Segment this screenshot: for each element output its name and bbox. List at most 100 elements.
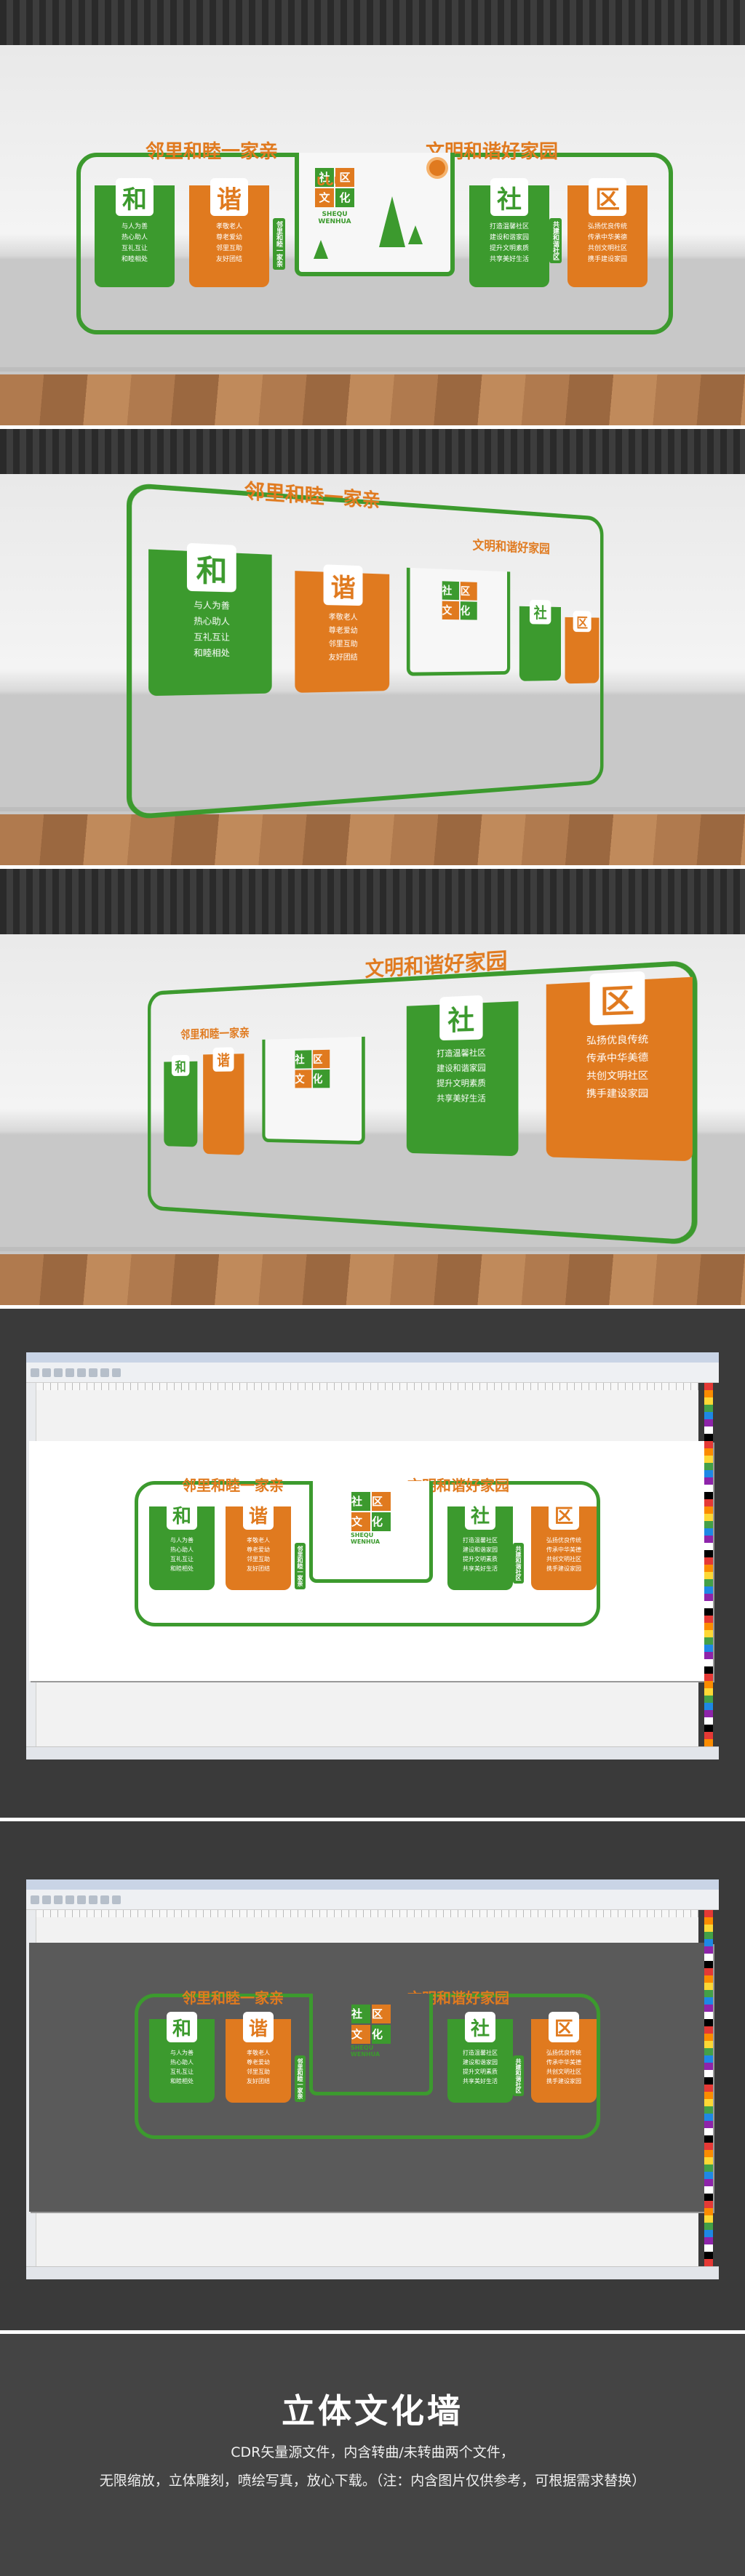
skirting <box>0 367 745 372</box>
house-char-qu: 区 <box>549 2012 579 2042</box>
house-qu: 区 弘扬优良传统 传承中华美德 共创文明社区 携手建设家园 <box>567 178 648 287</box>
center-char-4: 化 <box>313 1069 330 1088</box>
footer-title: 立体文化墙 <box>282 2391 463 2431</box>
design-canvas[interactable]: 邻里和睦一家亲 文明和谐好家园 和 与人为善 热心助人 互礼互让 和睦相处 谐 孝敬老… <box>29 1390 713 1746</box>
toolbar-icon[interactable] <box>42 1895 51 1904</box>
toolbar-icon[interactable] <box>54 1368 63 1377</box>
center-char-2: 区 <box>372 1492 391 1511</box>
house-xie: 谐 <box>203 1047 244 1155</box>
toolbar-icon[interactable] <box>112 1368 121 1377</box>
house-char-she: 社 <box>465 1499 495 1530</box>
center-pinyin-1: SHEQU <box>322 211 348 218</box>
center-house: 社区 文化 <box>262 1036 365 1145</box>
house-xie: 谐 孝敬老人 尊老爱幼 邻里互助 友好团结 <box>189 178 269 287</box>
toolbar-icon[interactable] <box>31 1368 39 1377</box>
house-qu: 区 <box>565 610 599 684</box>
ceiling <box>0 0 745 45</box>
toolbar-icon[interactable] <box>100 1895 109 1904</box>
toolbar-icon[interactable] <box>65 1895 74 1904</box>
house-qu: 区 弘扬优良传统 传承中华美德 共创文明社区 携手建设家园 <box>531 1499 597 1590</box>
house-he: 和 <box>164 1054 198 1147</box>
tree-icon <box>379 196 405 247</box>
house-char-qu: 区 <box>573 610 591 633</box>
tree-icon <box>408 225 423 244</box>
center-char-1: 社 <box>442 581 460 601</box>
color-palette[interactable] <box>704 1910 713 2266</box>
house-text-xie: 孝敬老人 尊老爱幼 邻里互助 友好团结 <box>215 223 242 263</box>
toolbar-icon[interactable] <box>77 1895 86 1904</box>
wood-floor <box>0 1254 745 1305</box>
center-badge: 社区 文化 <box>295 1049 330 1089</box>
wood-floor <box>0 374 745 425</box>
center-char-3: 文 <box>351 2025 370 2044</box>
house-text-he: 与人为善 热心助人 互礼互让 和睦相处 <box>121 223 148 263</box>
center-char-1: 社 <box>295 1050 312 1069</box>
center-char-4: 化 <box>372 2025 391 2044</box>
strip-left: 邻里和睦一家亲 <box>295 2055 306 2102</box>
center-char-1: 社 <box>351 1492 370 1511</box>
center-char-4: 化 <box>460 601 477 620</box>
house-xie: 谐 孝敬老人 尊老爱幼 邻里互助 友好团结 <box>295 564 390 693</box>
birds-icon: ᒐᒐᒐ <box>316 174 343 188</box>
center-char-3: 文 <box>442 601 460 620</box>
headline-left: 邻里和睦一家亲 <box>146 141 279 163</box>
color-palette[interactable] <box>704 1383 713 1746</box>
house-text-she: 打造温馨社区 建设和谐家园 提升文明素质 共享美好生活 <box>463 2050 498 2085</box>
center-pinyin-1: SHEQU <box>351 2045 374 2051</box>
footer-line-2: 无限缩放，立体雕刻，喷绘写真，放心下载。（注：内含图片仅供参考，可根据需求替换） <box>99 2473 646 2489</box>
house-he: 和 与人为善 热心助人 互礼互让 和睦相处 <box>95 178 175 287</box>
strip-right: 共建和谐社区 <box>513 1543 524 1584</box>
toolbar-icon[interactable] <box>89 1895 97 1904</box>
center-char-1: 社 <box>351 2005 370 2023</box>
toolbar-icon[interactable] <box>89 1368 97 1377</box>
toolbar-icon[interactable] <box>77 1368 86 1377</box>
footer-line-1: CDR矢量源文件，内含转曲/未转曲两个文件， <box>231 2444 514 2460</box>
app-toolbar <box>26 1363 719 1383</box>
headline-left: 邻里和睦一家亲 <box>182 1477 284 1494</box>
app-titlebar <box>26 1879 719 1890</box>
toolbar-icon[interactable] <box>31 1895 39 1904</box>
house-she: 社 打造温馨社区 建设和谐家园 提升文明素质 共享美好生活 <box>469 178 549 287</box>
center-badge: 社区 文化 <box>442 580 478 620</box>
ceiling <box>0 869 745 934</box>
house-she: 社 打造温馨社区 建设和谐家园 提升文明素质 共享美好生活 <box>447 2012 513 2103</box>
center-house: 社区 文化 SHEQU WENHUA <box>309 1481 433 1583</box>
house-char-xie: 谐 <box>323 564 363 606</box>
toolbar-icon[interactable] <box>42 1368 51 1377</box>
house-she: 社 打造温馨社区 建设和谐家园 提升文明素质 共享美好生活 <box>406 995 519 1157</box>
footer: 立体文化墙 CDR矢量源文件，内含转曲/未转曲两个文件， 无限缩放，立体雕刻，喷… <box>0 2334 745 2576</box>
house-xie: 谐 孝敬老人 尊老爱幼 邻里互助 友好团结 <box>226 1499 291 1590</box>
ruler <box>36 1910 698 1917</box>
page-white: 邻里和睦一家亲 文明和谐好家园 和 与人为善 热心助人 互礼互让 和睦相处 谐 孝敬老… <box>29 1441 713 1681</box>
house-char-he: 和 <box>171 1054 190 1076</box>
house-text-xie: 孝敬老人 尊老爱幼 邻里互助 友好团结 <box>247 2050 270 2085</box>
house-text-qu: 弘扬优良传统 传承中华美德 共创文明社区 携手建设家园 <box>586 1033 649 1099</box>
house-char-he: 和 <box>116 178 154 216</box>
center-char-4: 化 <box>372 1512 391 1531</box>
house-char-xie: 谐 <box>210 178 248 216</box>
house-text-he: 与人为善 热心助人 互礼互让 和睦相处 <box>194 600 230 659</box>
strip-left: 邻里和睦一家亲 <box>295 1543 306 1589</box>
house-she: 社 打造温馨社区 建设和谐家园 提升文明素质 共享美好生活 <box>447 1499 513 1590</box>
ceiling <box>0 429 745 474</box>
toolbar-icon[interactable] <box>65 1368 74 1377</box>
toolbar-icon[interactable] <box>100 1368 109 1377</box>
house-he: 和 与人为善 热心助人 互礼互让 和睦相处 <box>149 1499 215 1590</box>
house-char-she: 社 <box>439 995 483 1041</box>
center-char-2: 区 <box>460 582 477 601</box>
software-panel-1: 邻里和睦一家亲 文明和谐好家园 和 与人为善 热心助人 互礼互让 和睦相处 谐 孝敬老… <box>0 1309 745 1818</box>
design-canvas[interactable]: 邻里和睦一家亲 文明和谐好家园 和 与人为善 热心助人 互礼互让 和睦相处 谐 孝敬老… <box>29 1917 713 2266</box>
center-pinyin-2: WENHUA <box>351 1538 381 1545</box>
headline-left: 邻里和睦一家亲 <box>182 1989 284 2007</box>
ruler <box>36 1383 698 1390</box>
culture-wall-1: 邻里和睦一家亲 文明和谐好家园 和 与人为善 热心助人 互礼互让 和睦相处 谐 孝敬老… <box>76 131 673 349</box>
house-char-he: 和 <box>167 2012 197 2042</box>
house-qu: 区 弘扬优良传统 传承中华美德 共创文明社区 携手建设家园 <box>531 2012 597 2103</box>
house-text-she: 打造温馨社区 建设和谐家园 提升文明素质 共享美好生活 <box>489 223 529 263</box>
toolbar-icon[interactable] <box>54 1895 63 1904</box>
center-house: 社区 文化 <box>406 567 511 676</box>
house-char-xie: 谐 <box>212 1047 234 1072</box>
toolbar-icon[interactable] <box>112 1895 121 1904</box>
page-dark: 邻里和睦一家亲 文明和谐好家园 和 与人为善 热心助人 互礼互让 和睦相处 谐 孝敬老… <box>29 1943 713 2212</box>
software-panel-2: 邻里和睦一家亲 文明和谐好家园 和 与人为善 热心助人 互礼互让 和睦相处 谐 孝敬老… <box>0 1821 745 2330</box>
